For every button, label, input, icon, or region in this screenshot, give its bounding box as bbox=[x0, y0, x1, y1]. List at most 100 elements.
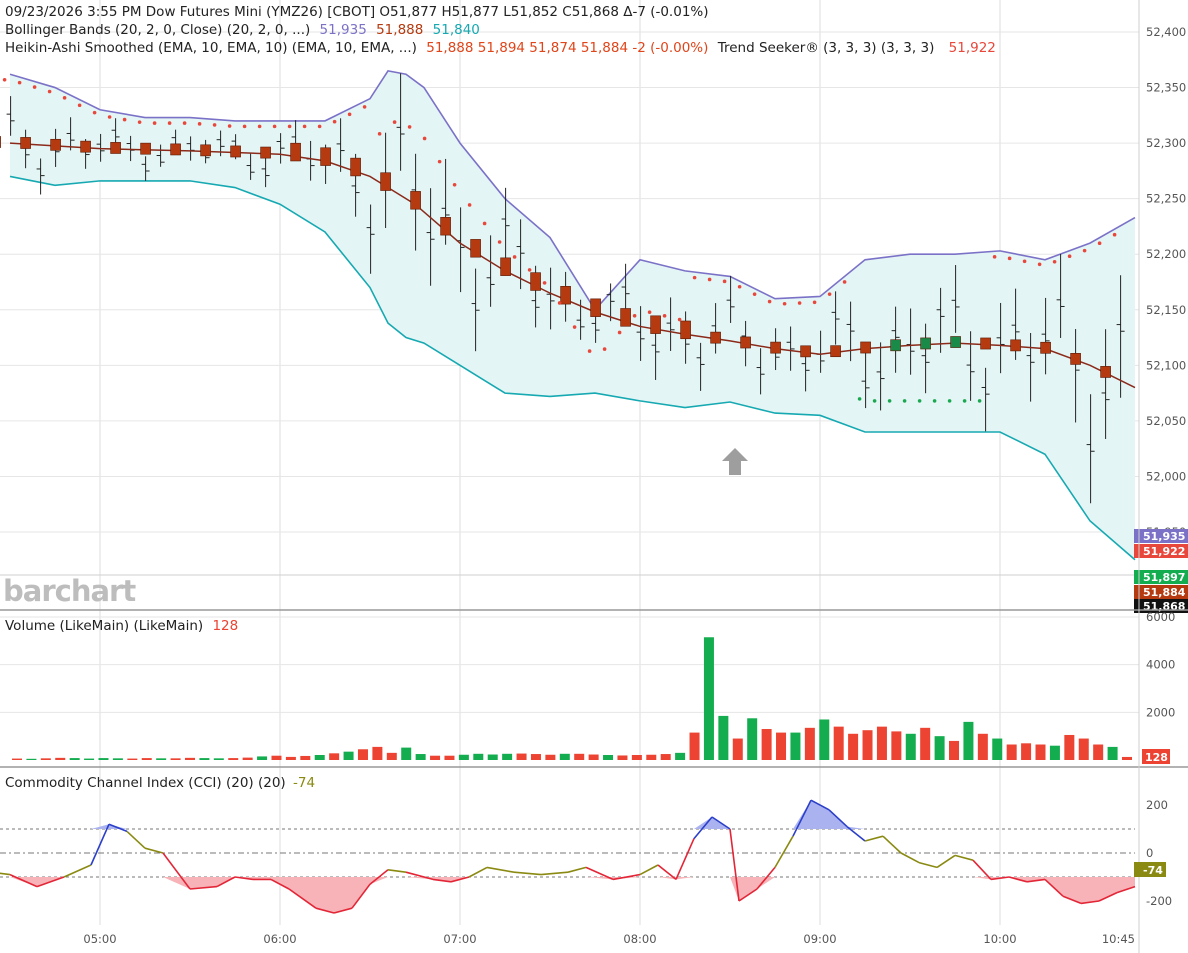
trend-seeker-dot bbox=[722, 279, 727, 284]
volume-bar bbox=[559, 753, 570, 760]
price-badge-label: 51,935 bbox=[1143, 530, 1185, 543]
trend-seeker-dot bbox=[797, 301, 802, 305]
trend-seeker-dot bbox=[692, 275, 697, 280]
trend-seeker-dot bbox=[812, 300, 817, 305]
heikin-ashi-candle bbox=[530, 272, 541, 291]
heikin-ashi-candle bbox=[80, 140, 91, 153]
bb-label: Bollinger Bands (20, 2, 0, Close) (20, 2… bbox=[5, 22, 310, 38]
trend-seeker-dot bbox=[977, 399, 982, 403]
price-badges: 51,93551,92251,89751,88451,868 bbox=[1134, 529, 1188, 613]
volume-bar bbox=[401, 747, 412, 760]
cci-badge-label: -74 bbox=[1143, 864, 1163, 877]
trend-seeker-dot bbox=[647, 310, 652, 314]
trend-seeker-dot bbox=[302, 124, 307, 129]
heikin-ashi-candle bbox=[380, 172, 391, 191]
volume-bar bbox=[631, 754, 642, 760]
volume-bar bbox=[1122, 756, 1132, 760]
trend-seeker-dot bbox=[467, 203, 472, 207]
heikin-ashi-candle bbox=[140, 142, 151, 155]
cci-negative-fill bbox=[1081, 877, 1099, 904]
volume-bar bbox=[617, 755, 628, 760]
trend-seeker-dot bbox=[182, 121, 187, 125]
price-badge-label: 51,922 bbox=[1143, 545, 1185, 558]
trend-seeker-dot bbox=[602, 347, 607, 351]
trend-seeker-dot bbox=[2, 77, 7, 82]
heikin-ashi-candle bbox=[890, 339, 901, 352]
volume-bar bbox=[516, 753, 527, 760]
volume-tick-label: 6000 bbox=[1146, 610, 1175, 624]
trend-seeker-dot bbox=[857, 397, 862, 401]
trend-seeker-dot bbox=[1067, 254, 1072, 259]
heikin-ashi-candle bbox=[680, 320, 691, 340]
trend-seeker-dot bbox=[842, 280, 847, 284]
heikin-ashi-candle bbox=[860, 341, 871, 354]
price-tick-label: 52,250 bbox=[1146, 192, 1186, 206]
trend-seeker-dot bbox=[1022, 259, 1027, 264]
trend-seeker-dot bbox=[47, 89, 52, 94]
volume-bar bbox=[1093, 744, 1104, 760]
trend-seeker-dot bbox=[122, 117, 127, 122]
trend-seeker-dot bbox=[272, 124, 277, 129]
volume-bar bbox=[430, 755, 441, 760]
volume-bar bbox=[718, 715, 729, 760]
trend-seeker-dot bbox=[1052, 259, 1057, 264]
trend-seeker-dot bbox=[632, 313, 637, 318]
volume-bar bbox=[213, 758, 224, 760]
trend-seeker-dot bbox=[587, 349, 592, 353]
trend-seeker-dot bbox=[887, 399, 892, 403]
heikin-ashi-candle bbox=[920, 337, 931, 350]
trend-seeker-dot bbox=[497, 240, 502, 244]
trend-seeker-dot bbox=[557, 301, 562, 305]
heikin-ashi-candle bbox=[830, 345, 841, 358]
volume-bar bbox=[257, 756, 268, 760]
heikin-ashi-candle bbox=[290, 142, 301, 162]
heikin-ashi-candle bbox=[470, 239, 481, 258]
volume-bar bbox=[69, 758, 80, 760]
trend-seeker-dot bbox=[737, 284, 742, 289]
heikin-ashi-candle bbox=[110, 142, 121, 154]
volume-bar bbox=[156, 758, 167, 760]
trend-seeker-dot bbox=[677, 317, 682, 322]
heikin-ashi-candle bbox=[560, 286, 571, 305]
volume-bar bbox=[530, 754, 541, 760]
volume-bar bbox=[1006, 744, 1017, 760]
heikin-ashi-candle bbox=[50, 138, 61, 151]
volume-bar bbox=[992, 738, 1003, 760]
heikin-ashi-candle bbox=[1070, 353, 1081, 365]
volume-bar bbox=[343, 751, 354, 760]
trend-seeker-dot bbox=[527, 268, 532, 272]
time-tick-label: 07:00 bbox=[443, 932, 476, 946]
svg-text:Commodity Channel Index (CCI): Commodity Channel Index (CCI) (20) (20) … bbox=[5, 775, 315, 791]
heikin-ashi-candle bbox=[440, 217, 451, 236]
trend-seeker-dot bbox=[242, 124, 247, 129]
trend-seeker-dot bbox=[662, 314, 667, 318]
volume-bar bbox=[833, 726, 844, 760]
price-tick-label: 52,350 bbox=[1146, 81, 1186, 95]
heikin-ashi-candle bbox=[770, 341, 781, 354]
heikin-ashi-candle bbox=[170, 143, 181, 156]
trend-seeker-dot bbox=[542, 281, 547, 285]
time-tick-label: 09:00 bbox=[803, 932, 836, 946]
heikin-ashi-candle bbox=[650, 315, 661, 334]
volume-bar bbox=[199, 758, 210, 760]
volume-bar bbox=[184, 757, 195, 760]
heikin-ashi-candle bbox=[710, 331, 721, 344]
header-line1: 09/23/2026 3:55 PM Dow Futures Mini (YMZ… bbox=[5, 4, 709, 20]
trend-seeker-dot bbox=[1082, 248, 1087, 253]
trend-seeker-dot bbox=[782, 301, 787, 306]
trend-seeker-dot bbox=[32, 85, 37, 89]
heikin-ashi-candle bbox=[590, 298, 601, 317]
cci-negative-fill bbox=[334, 877, 352, 913]
trend-seeker-dot bbox=[62, 96, 67, 100]
time-tick-label: 06:00 bbox=[263, 932, 296, 946]
volume-bar bbox=[127, 758, 138, 760]
ha-label: Heikin-Ashi Smoothed (EMA, 10, EMA, 10) … bbox=[5, 40, 417, 56]
heikin-ashi-candle bbox=[800, 345, 811, 358]
futures-chart[interactable]: 52,400 52,350 52,300 52,250 52,200 52,150 52,1… bbox=[0, 0, 1188, 953]
trend-seeker-dot bbox=[437, 159, 442, 164]
volume-bar bbox=[776, 732, 787, 760]
volume-bar bbox=[905, 733, 916, 760]
volume-bar bbox=[1064, 734, 1075, 760]
trend-seeker-dot bbox=[947, 399, 952, 403]
trend-seeker-dot bbox=[137, 120, 142, 124]
